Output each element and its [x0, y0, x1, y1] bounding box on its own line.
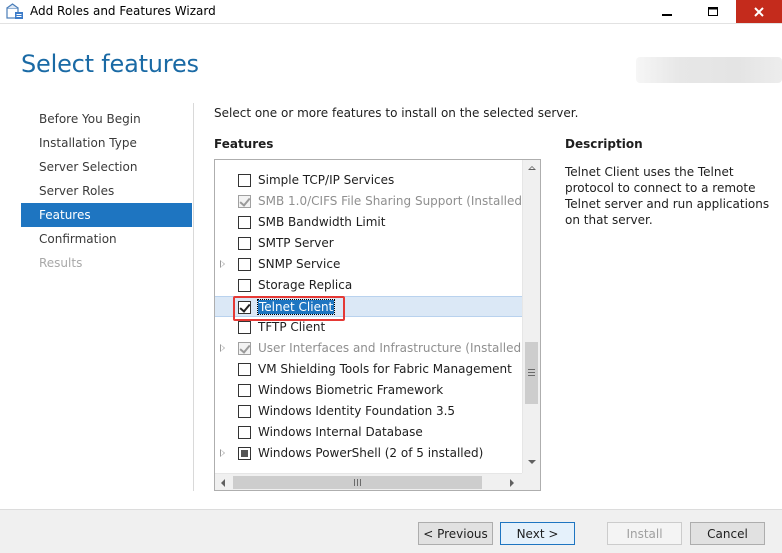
feature-checkbox[interactable]	[238, 321, 251, 334]
wizard-nav: Before You Begin Installation Type Serve…	[21, 107, 192, 275]
scroll-right-icon[interactable]	[510, 479, 514, 487]
title-bar: Add Roles and Features Wizard	[0, 0, 782, 24]
feature-label: SNMP Service	[258, 257, 341, 271]
nav-item-installation-type[interactable]: Installation Type	[21, 131, 192, 155]
feature-checkbox-telnet-client[interactable]	[238, 301, 251, 314]
feature-label: SMB 1.0/CIFS File Sharing Support (Insta…	[258, 194, 527, 208]
feature-checkbox[interactable]	[238, 279, 251, 292]
horizontal-scrollbar[interactable]	[215, 473, 522, 490]
wizard-footer: < Previous Next > Install Cancel	[0, 509, 782, 553]
feature-label: Telnet Client	[256, 299, 336, 315]
destination-server-redacted	[636, 57, 782, 83]
feature-checkbox[interactable]	[238, 258, 251, 271]
feature-row-telnet-client[interactable]: Telnet Client	[215, 296, 522, 317]
feature-checkbox	[238, 342, 251, 355]
feature-row[interactable]: SMB Bandwidth Limit	[215, 212, 522, 233]
feature-label: VM Shielding Tools for Fabric Management	[258, 362, 512, 376]
vertical-scroll-thumb[interactable]	[525, 342, 538, 404]
features-tree[interactable]: Simple TCP/IP Services SMB 1.0/CIFS File…	[214, 159, 541, 491]
feature-label: Simple TCP/IP Services	[258, 173, 395, 187]
feature-row[interactable]: User Interfaces and Infrastructure (Inst…	[215, 338, 526, 359]
close-icon	[754, 6, 764, 17]
feature-label: User Interfaces and Infrastructure (Inst…	[258, 341, 526, 355]
nav-item-confirmation[interactable]: Confirmation	[21, 227, 192, 251]
nav-divider	[193, 103, 194, 491]
feature-label: Windows Biometric Framework	[258, 383, 444, 397]
nav-item-features[interactable]: Features	[21, 203, 192, 227]
feature-row[interactable]: Simple TCP/IP Services	[215, 170, 522, 191]
feature-label: SMB Bandwidth Limit	[258, 215, 386, 229]
install-button: Install	[607, 522, 682, 545]
previous-button[interactable]: < Previous	[418, 522, 493, 545]
feature-checkbox[interactable]	[238, 384, 251, 397]
feature-row[interactable]: VM Shielding Tools for Fabric Management	[215, 359, 522, 380]
expand-arrow-icon[interactable]	[220, 449, 225, 457]
feature-row[interactable]: SMB 1.0/CIFS File Sharing Support (Insta…	[215, 191, 527, 212]
cancel-button[interactable]: Cancel	[690, 522, 765, 545]
feature-row[interactable]: Windows Internal Database	[215, 422, 522, 443]
feature-row[interactable]: TFTP Client	[215, 317, 522, 338]
feature-row[interactable]: Windows Identity Foundation 3.5	[215, 401, 522, 422]
next-button[interactable]: Next >	[500, 522, 575, 545]
feature-checkbox[interactable]	[238, 237, 251, 250]
feature-row[interactable]: Windows Biometric Framework	[215, 380, 522, 401]
feature-checkbox[interactable]	[238, 405, 251, 418]
features-heading: Features	[214, 137, 274, 151]
scroll-corner	[522, 473, 540, 490]
scroll-down-icon[interactable]	[528, 460, 536, 464]
intro-text: Select one or more features to install o…	[214, 106, 579, 120]
horizontal-scroll-thumb[interactable]	[233, 476, 482, 489]
nav-item-server-roles[interactable]: Server Roles	[21, 179, 192, 203]
vertical-scrollbar[interactable]	[522, 160, 540, 473]
feature-row[interactable]: Storage Replica	[215, 275, 522, 296]
close-button[interactable]	[736, 0, 782, 23]
feature-label: Windows PowerShell (2 of 5 installed)	[258, 446, 484, 460]
description-heading: Description	[565, 137, 643, 151]
feature-checkbox[interactable]	[238, 216, 251, 229]
server-manager-icon	[6, 3, 24, 20]
feature-checkbox	[238, 195, 251, 208]
maximize-icon	[708, 6, 718, 16]
feature-checkbox[interactable]	[238, 426, 251, 439]
feature-row[interactable]: SNMP Service	[215, 254, 522, 275]
feature-label-telnet-client: Telnet Client	[256, 299, 336, 315]
page-title: Select features	[21, 50, 199, 78]
minimize-button[interactable]	[644, 0, 690, 23]
window-title: Add Roles and Features Wizard	[30, 4, 216, 18]
feature-row[interactable]: Windows PowerShell (2 of 5 installed)	[215, 443, 522, 464]
nav-item-results: Results	[39, 256, 83, 270]
scroll-up-icon[interactable]	[528, 166, 536, 170]
nav-item-before-you-begin[interactable]: Before You Begin	[21, 107, 192, 131]
expand-arrow-icon[interactable]	[220, 260, 225, 268]
feature-label: SMTP Server	[258, 236, 334, 250]
feature-checkbox[interactable]	[238, 447, 251, 460]
scroll-left-icon[interactable]	[221, 479, 225, 487]
feature-label: Storage Replica	[258, 278, 353, 292]
minimize-icon	[662, 13, 672, 16]
feature-label: TFTP Client	[258, 320, 326, 334]
feature-checkbox[interactable]	[238, 174, 251, 187]
feature-label: Windows Internal Database	[258, 425, 423, 439]
expand-arrow-icon[interactable]	[220, 344, 225, 352]
grip-icon	[354, 479, 361, 486]
maximize-button[interactable]	[690, 0, 736, 23]
grip-icon	[528, 369, 535, 376]
feature-label: Windows Identity Foundation 3.5	[258, 404, 456, 418]
feature-row[interactable]: SMTP Server	[215, 233, 522, 254]
nav-item-server-selection[interactable]: Server Selection	[21, 155, 192, 179]
feature-checkbox[interactable]	[238, 363, 251, 376]
description-text: Telnet Client uses the Telnet protocol t…	[565, 165, 770, 227]
